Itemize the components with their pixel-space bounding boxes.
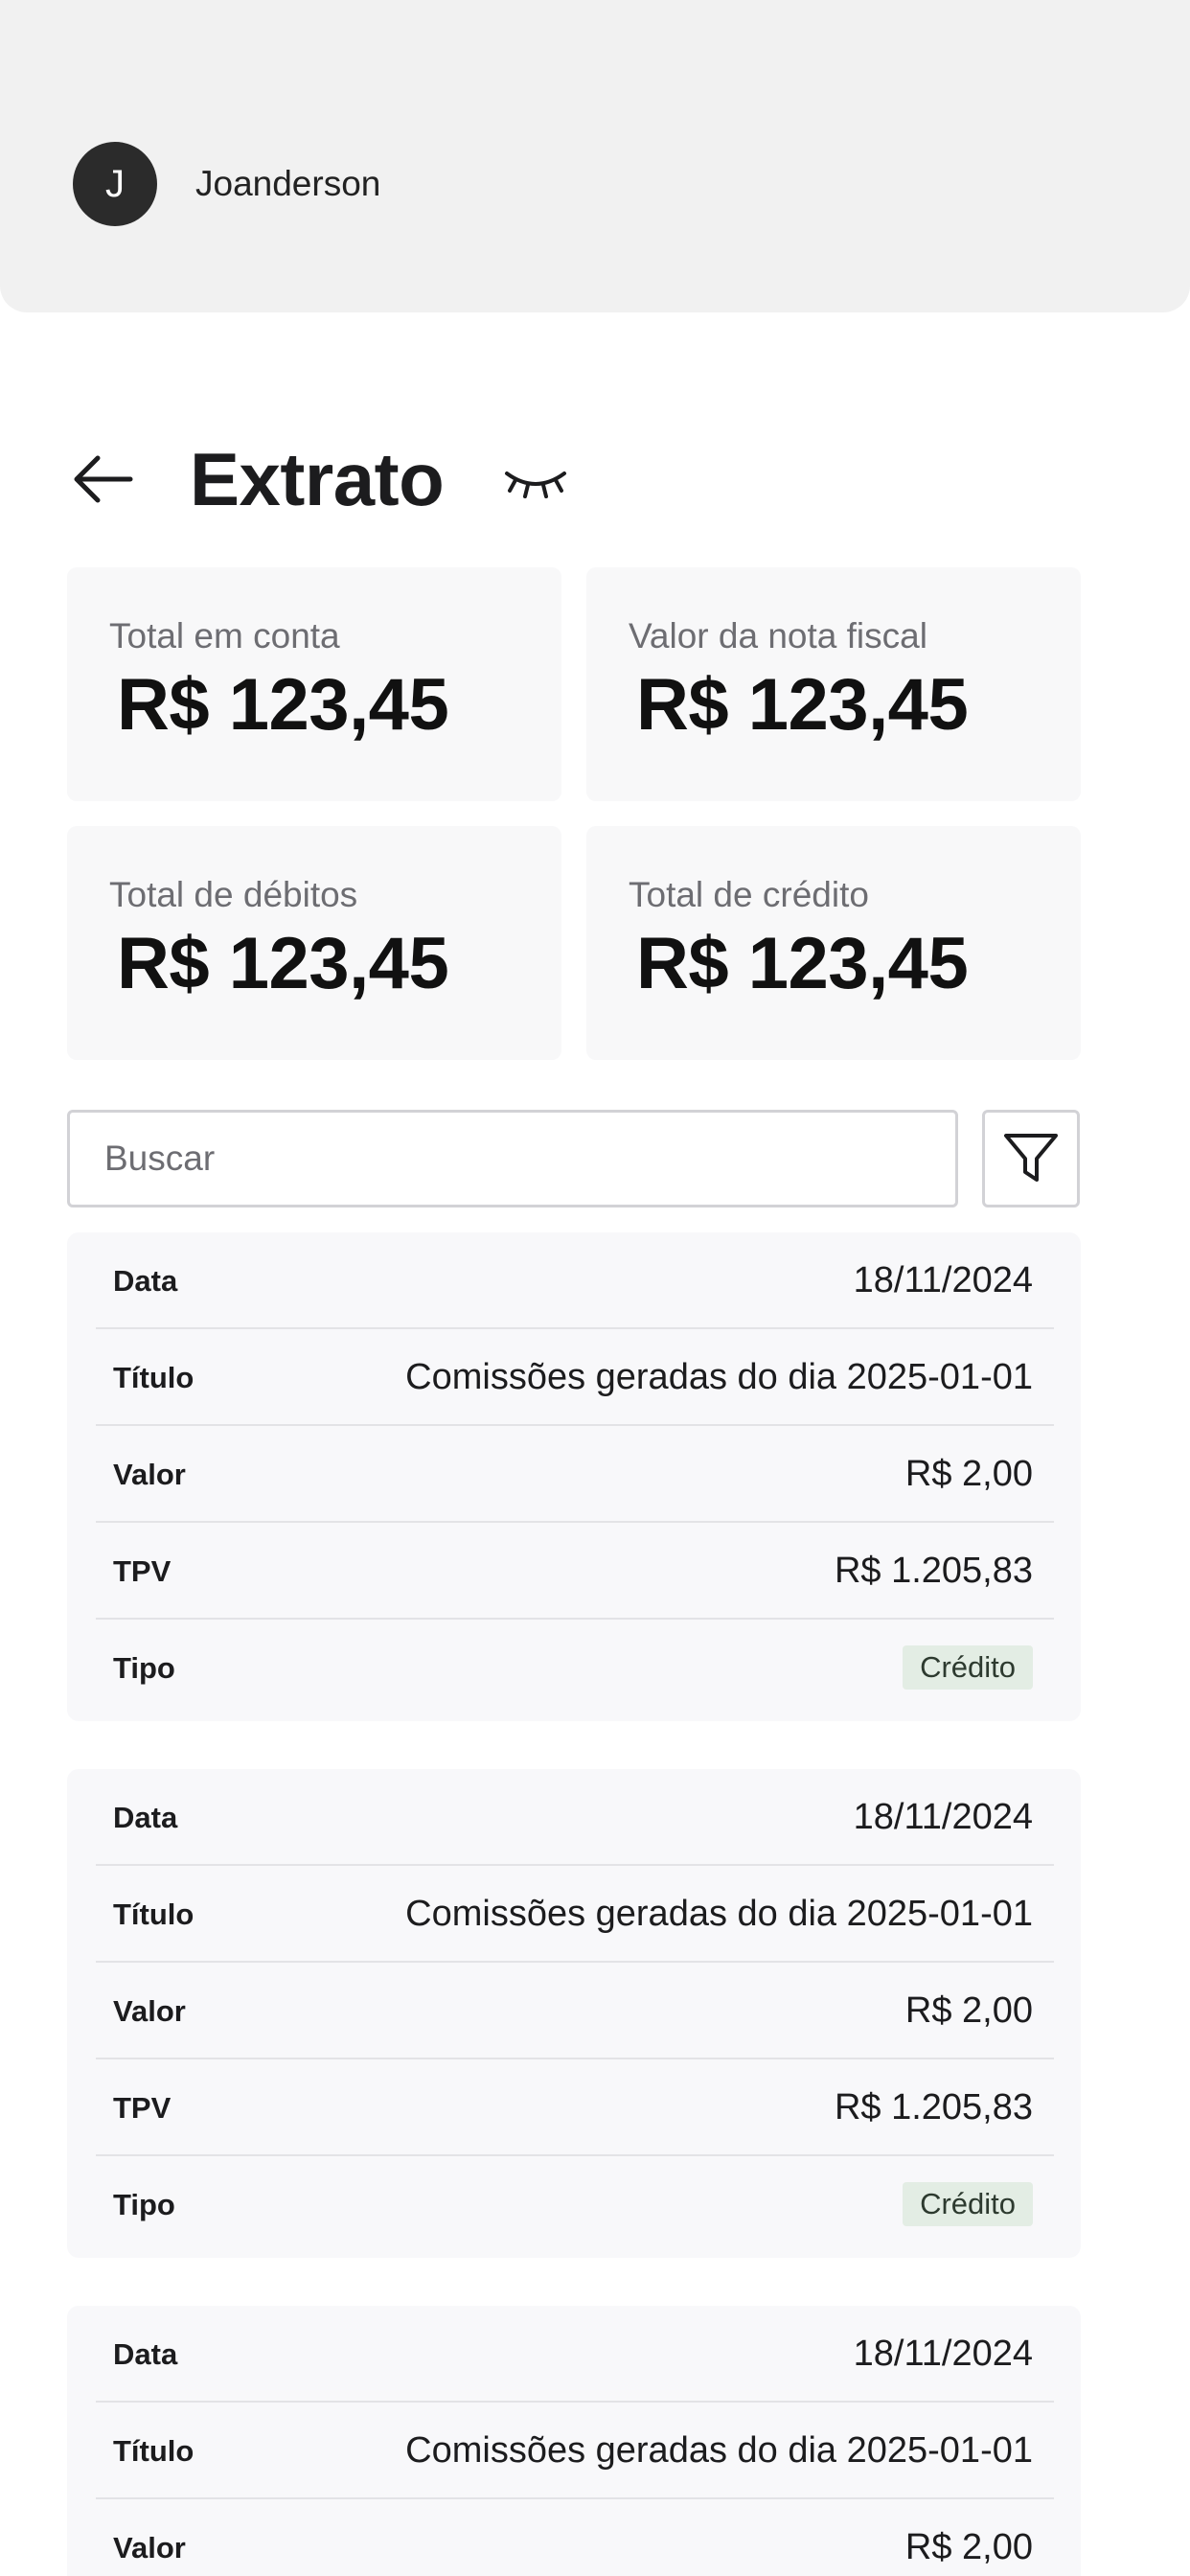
type-badge: Crédito — [903, 2182, 1033, 2226]
field-value: R$ 2,00 — [904, 1454, 1033, 1494]
back-button[interactable] — [69, 450, 136, 508]
field-value: R$ 1.205,83 — [834, 2087, 1033, 2128]
page-title: Extrato — [190, 437, 445, 521]
field-label: Valor — [113, 1994, 186, 2028]
field-value: Comissões geradas do dia 2025-01-01 — [405, 2430, 1033, 2471]
row-title: Título Comissões geradas do dia 2025-01-… — [96, 1866, 1054, 1963]
avatar[interactable]: J — [73, 142, 157, 226]
row-amount: Valor R$ 2,00 — [96, 1426, 1054, 1523]
arrow-left-icon — [74, 455, 133, 503]
app-header: J Joanderson — [0, 0, 1190, 312]
user-name: Joanderson — [195, 164, 381, 203]
row-amount: Valor R$ 2,00 — [96, 2499, 1054, 2576]
field-value: 18/11/2024 — [853, 1260, 1033, 1300]
row-date: Data 18/11/2024 — [96, 1232, 1054, 1329]
field-label: Valor — [113, 2531, 186, 2564]
transaction-card[interactable]: Data 18/11/2024 Título Comissões geradas… — [67, 1232, 1081, 1721]
summary-card-total-account: Total em conta R$ 123,45 — [67, 567, 561, 801]
field-label: Título — [113, 1361, 195, 1394]
field-label: Valor — [113, 1458, 186, 1491]
summary-value: R$ 123,45 — [636, 923, 969, 1004]
summary-card-total-debits: Total de débitos R$ 123,45 — [67, 826, 561, 1060]
field-value: R$ 2,00 — [904, 1990, 1033, 2031]
field-value: R$ 1.205,83 — [834, 1551, 1033, 1591]
field-value: 18/11/2024 — [853, 1797, 1033, 1837]
row-date: Data 18/11/2024 — [96, 2306, 1054, 2403]
row-title: Título Comissões geradas do dia 2025-01-… — [96, 2403, 1054, 2499]
row-title: Título Comissões geradas do dia 2025-01-… — [96, 1329, 1054, 1426]
search-input[interactable] — [67, 1110, 958, 1208]
field-label: Tipo — [113, 1651, 175, 1685]
summary-label: Total de débitos — [109, 875, 358, 914]
summary-value: R$ 123,45 — [117, 923, 449, 1004]
field-label: Data — [113, 2337, 178, 2371]
summary-card-invoice-value: Valor da nota fiscal R$ 123,45 — [586, 567, 1081, 801]
summary-value: R$ 123,45 — [636, 664, 969, 746]
transaction-card[interactable]: Data 18/11/2024 Título Comissões geradas… — [67, 1769, 1081, 2258]
field-value: Comissões geradas do dia 2025-01-01 — [405, 1357, 1033, 1397]
transaction-card[interactable]: Data 18/11/2024 Título Comissões geradas… — [67, 2306, 1081, 2576]
field-value: Comissões geradas do dia 2025-01-01 — [405, 1894, 1033, 1934]
row-date: Data 18/11/2024 — [96, 1769, 1054, 1866]
row-tpv: TPV R$ 1.205,83 — [96, 1523, 1054, 1620]
toggle-visibility-button[interactable] — [502, 462, 569, 500]
summary-label: Total em conta — [109, 616, 340, 656]
row-amount: Valor R$ 2,00 — [96, 1963, 1054, 2059]
page-title-row: Extrato — [0, 422, 1190, 537]
field-value: R$ 2,00 — [904, 2527, 1033, 2567]
type-badge: Crédito — [903, 1645, 1033, 1690]
eye-closed-icon — [505, 472, 566, 498]
filter-button[interactable] — [982, 1110, 1080, 1208]
field-value: 18/11/2024 — [853, 2334, 1033, 2374]
field-label: Tipo — [113, 2188, 175, 2221]
row-tpv: TPV R$ 1.205,83 — [96, 2059, 1054, 2156]
field-label: Data — [113, 1264, 178, 1298]
field-label: TPV — [113, 2091, 172, 2125]
summary-label: Valor da nota fiscal — [629, 616, 927, 656]
row-type: Tipo Crédito — [96, 1620, 1054, 1716]
row-type: Tipo Crédito — [96, 2156, 1054, 2253]
field-label: Data — [113, 1801, 178, 1834]
field-label: Título — [113, 2434, 195, 2468]
filter-icon — [1004, 1134, 1058, 1182]
summary-card-total-credit: Total de crédito R$ 123,45 — [586, 826, 1081, 1060]
field-label: Título — [113, 1898, 195, 1931]
summary-label: Total de crédito — [629, 875, 869, 914]
summary-value: R$ 123,45 — [117, 664, 449, 746]
field-label: TPV — [113, 1554, 172, 1588]
